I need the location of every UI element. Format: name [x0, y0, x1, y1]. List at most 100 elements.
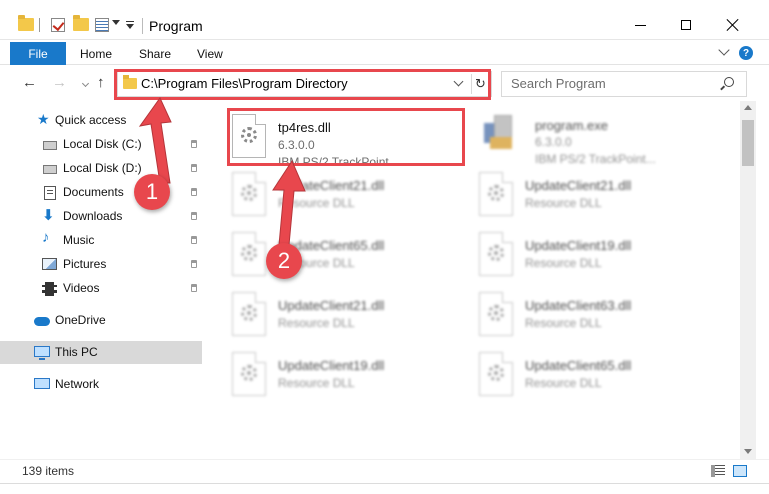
customize-toolbar-icon[interactable] [95, 18, 109, 32]
sidebar-item-label: This PC [55, 345, 98, 359]
pin-icon[interactable] [191, 212, 197, 220]
annotation-badge-1: 1 [134, 174, 170, 210]
sidebar-item-videos[interactable]: Videos [0, 277, 202, 300]
sidebar-item-local-disk-c[interactable]: Local Disk (C:) [0, 133, 202, 156]
file-name: UpdateClient19.dll [278, 358, 385, 373]
file-tile[interactable]: UpdateClient21.dll Resource DLL [479, 169, 719, 225]
file-description: IBM PS/2 TrackPoint... [278, 155, 399, 169]
scrollbar-thumb[interactable] [742, 120, 754, 166]
cloud-icon [34, 317, 50, 326]
exe-icon [484, 113, 514, 151]
help-icon[interactable]: ? [739, 46, 753, 60]
file-tile[interactable]: UpdateClient19.dll Resource DLL [479, 229, 719, 285]
file-type: Resource DLL [525, 196, 602, 210]
forward-button[interactable]: → [52, 75, 67, 91]
music-icon: ♪ [42, 229, 50, 246]
maximize-icon [681, 20, 691, 30]
dll-gear-icon [479, 172, 513, 216]
large-icons-view-icon[interactable] [733, 465, 747, 477]
pin-icon[interactable] [191, 140, 197, 148]
dll-gear-icon [479, 292, 513, 336]
pin-icon[interactable] [191, 260, 197, 268]
gear-icon [488, 365, 504, 381]
pin-icon[interactable] [191, 164, 197, 172]
file-tile[interactable]: UpdateClient63.dll Resource DLL [479, 289, 719, 345]
folder-icon[interactable] [18, 15, 34, 31]
sidebar-item-local-disk-d[interactable]: Local Disk (D:) [0, 157, 202, 180]
refresh-button[interactable]: ↻ [471, 74, 489, 94]
file-tile-program-exe[interactable]: program.exe 6.3.0.0 IBM PS/2 TrackPoint.… [482, 109, 722, 166]
pictures-icon [42, 258, 57, 270]
sidebar-item-documents[interactable]: Documents [0, 181, 202, 204]
scroll-down-arrow-icon[interactable] [744, 449, 752, 454]
file-type: Resource DLL [525, 376, 602, 390]
sidebar-item-label: Network [55, 377, 100, 391]
details-view-icon[interactable] [711, 465, 725, 477]
pin-icon[interactable] [191, 284, 197, 292]
hard-drive-icon [43, 141, 57, 150]
minimize-icon [634, 24, 646, 26]
file-name: UpdateClient21.dll [278, 298, 385, 313]
toolbar-dropdown-icon[interactable] [126, 24, 134, 29]
gear-icon [241, 127, 257, 143]
file-type: Resource DLL [278, 376, 355, 390]
file-tile[interactable]: UpdateClient19.dll Resource DLL [232, 349, 472, 405]
chevron-down-icon[interactable] [112, 20, 120, 25]
properties-check-icon[interactable] [51, 18, 65, 32]
file-tile[interactable]: UpdateClient21.dll Resource DLL [232, 169, 472, 225]
file-version: 6.3.0.0 [535, 135, 572, 149]
toolbar-menu-line-icon [126, 21, 134, 22]
file-type: Resource DLL [278, 196, 355, 210]
sidebar-item-label: Videos [63, 281, 100, 295]
sidebar-item-downloads[interactable]: ⬇ Downloads [0, 205, 202, 228]
tab-share[interactable]: Share [139, 47, 171, 61]
minimize-button[interactable] [617, 10, 663, 40]
dll-gear-icon [232, 292, 266, 336]
sidebar-item-pictures[interactable]: Pictures [0, 253, 202, 276]
file-tile-tp4res-dll[interactable]: tp4res.dll 6.3.0.0 IBM PS/2 TrackPoint..… [232, 111, 472, 169]
sidebar-item-music[interactable]: ♪ Music [0, 229, 202, 252]
file-name: UpdateClient63.dll [525, 298, 632, 313]
file-list: tp4res.dll 6.3.0.0 IBM PS/2 TrackPoint..… [206, 101, 739, 459]
new-folder-icon[interactable] [73, 15, 89, 31]
sidebar-item-label: Music [63, 233, 95, 247]
tab-file[interactable]: File [10, 42, 66, 65]
sidebar-item-onedrive[interactable]: OneDrive [0, 309, 202, 332]
close-button[interactable] [710, 10, 756, 40]
tab-view[interactable]: View [197, 47, 223, 61]
scroll-up-arrow-icon[interactable] [744, 105, 752, 110]
sidebar-item-network[interactable]: Network [0, 373, 202, 396]
search-placeholder: Search Program [511, 76, 606, 91]
window-title: Program [149, 18, 203, 34]
sidebar-item-label: OneDrive [55, 313, 106, 327]
sidebar-item-label: Local Disk (D:) [63, 161, 142, 175]
search-icon[interactable] [724, 77, 734, 87]
gear-icon [241, 245, 257, 261]
file-name: tp4res.dll [278, 120, 331, 135]
dll-gear-icon [232, 114, 266, 158]
gear-icon [241, 365, 257, 381]
gear-icon [241, 305, 257, 321]
pin-icon[interactable] [191, 236, 197, 244]
file-type: Resource DLL [525, 316, 602, 330]
pin-icon[interactable] [191, 188, 197, 196]
file-tile[interactable]: UpdateClient21.dll Resource DLL [232, 289, 472, 345]
videos-icon [42, 282, 57, 296]
sidebar-item-label: Downloads [63, 209, 123, 223]
quick-access-separator [39, 18, 40, 32]
file-version: 6.3.0.0 [278, 138, 315, 152]
folder-icon [123, 75, 137, 89]
file-tile[interactable]: UpdateClient65.dll Resource DLL [479, 349, 719, 405]
dll-gear-icon [479, 352, 513, 396]
sidebar-item-this-pc[interactable]: This PC [0, 341, 202, 364]
back-button[interactable]: ← [22, 75, 37, 91]
file-name: UpdateClient65.dll [525, 358, 632, 373]
tab-home[interactable]: Home [80, 47, 112, 61]
gear-icon [241, 185, 257, 201]
address-path[interactable]: C:\Program Files\Program Directory [141, 76, 348, 91]
annotation-badge-2: 2 [266, 243, 302, 279]
up-button[interactable]: ↑ [97, 75, 105, 91]
sidebar-item-quick-access[interactable]: ★ Quick access [0, 109, 202, 132]
sidebar-item-label: Local Disk (C:) [63, 137, 142, 151]
maximize-button[interactable] [663, 10, 709, 40]
